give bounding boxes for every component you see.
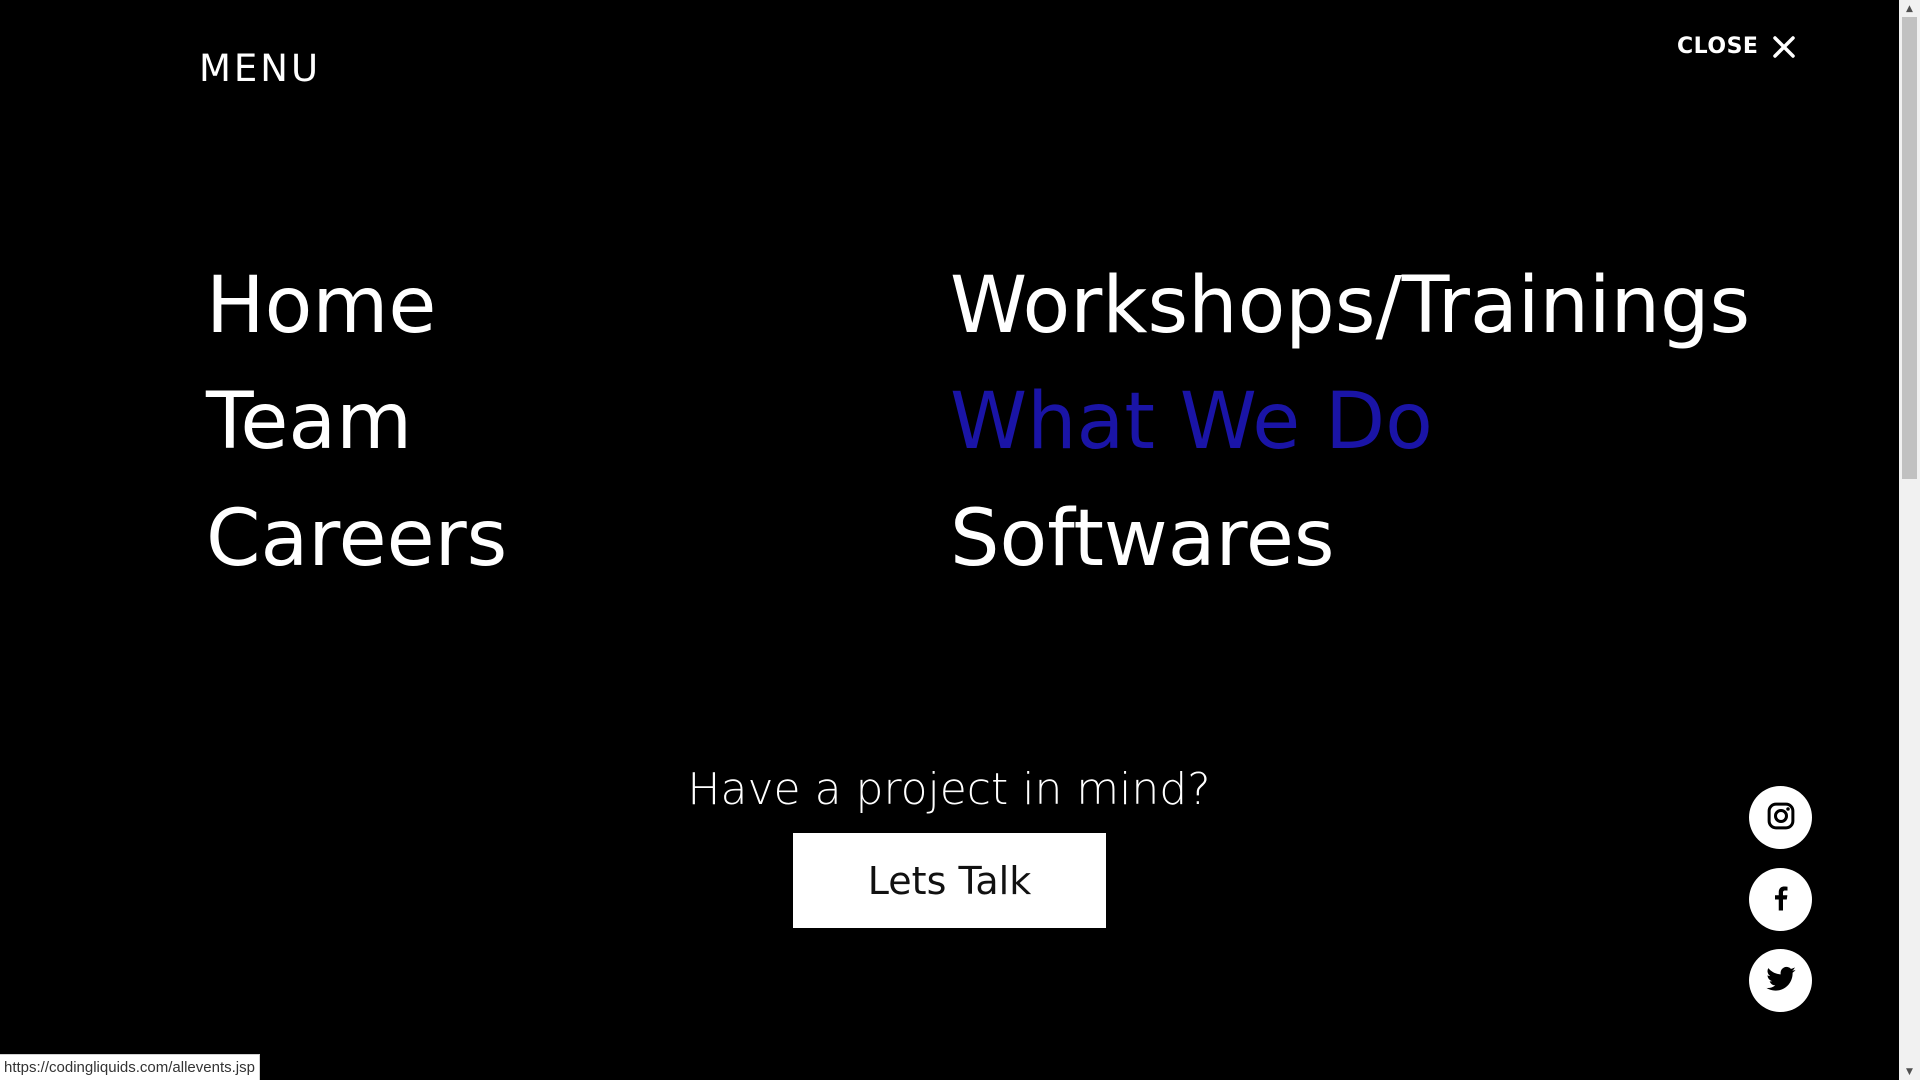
menu-overlay: MENU CLOSE Home Team Careers Workshops/T… xyxy=(0,0,1920,1080)
scrollbar-thumb[interactable] xyxy=(1902,17,1917,479)
scroll-down-icon[interactable]: ▼ xyxy=(1899,1063,1920,1080)
close-icon xyxy=(1772,35,1796,59)
close-button[interactable]: CLOSE xyxy=(1677,34,1796,59)
nav-link-workshops-trainings[interactable]: Workshops/Trainings xyxy=(950,267,1750,345)
status-bar-url: https://codingliquids.com/allevents.jsp xyxy=(0,1054,260,1080)
lets-talk-button[interactable]: Lets Talk xyxy=(793,833,1106,928)
cta-question: Have a project in mind? xyxy=(687,764,1211,815)
menu-title: MENU xyxy=(199,47,322,90)
twitter-icon xyxy=(1765,963,1797,999)
nav-link-team[interactable]: Team xyxy=(206,383,412,461)
facebook-link[interactable] xyxy=(1749,868,1812,931)
nav-link-softwares[interactable]: Softwares xyxy=(950,500,1334,578)
twitter-link[interactable] xyxy=(1749,949,1812,1012)
scroll-up-icon[interactable]: ▲ xyxy=(1899,0,1920,17)
vertical-scrollbar[interactable]: ▲ ▼ xyxy=(1899,0,1920,1080)
close-label: CLOSE xyxy=(1677,34,1759,59)
instagram-icon xyxy=(1766,801,1796,835)
nav-link-home[interactable]: Home xyxy=(206,267,436,345)
instagram-link[interactable] xyxy=(1749,786,1812,849)
nav-link-careers[interactable]: Careers xyxy=(206,500,507,578)
nav-link-what-we-do[interactable]: What We Do xyxy=(950,383,1433,461)
facebook-icon xyxy=(1766,883,1796,917)
